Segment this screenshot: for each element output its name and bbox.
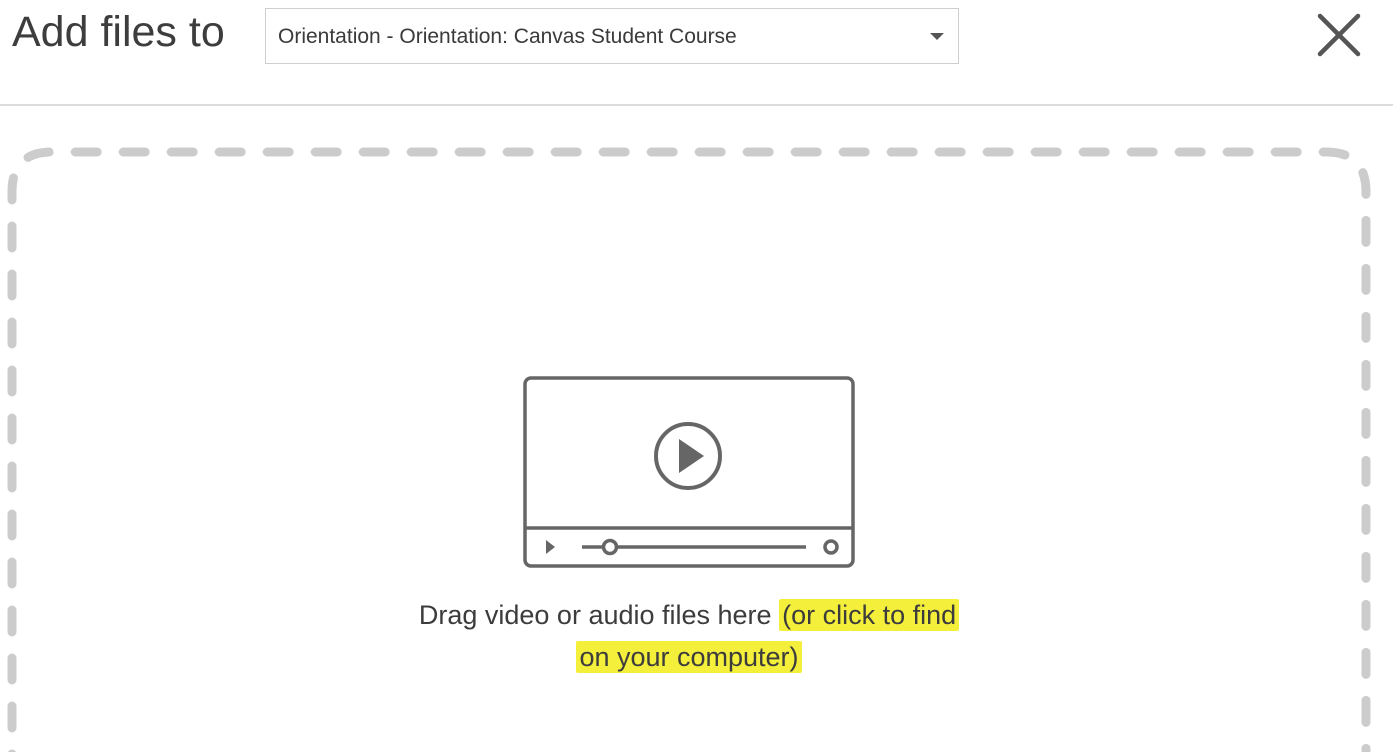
upload-dialog: Add files to Orientation - Orientation: … (0, 0, 1393, 752)
close-icon (1317, 13, 1361, 57)
dialog-header: Add files to Orientation - Orientation: … (0, 0, 1393, 106)
dialog-title: Add files to (12, 8, 225, 56)
video-player-icon (523, 376, 855, 568)
file-dropzone[interactable]: Drag video or audio files here (or click… (0, 106, 1393, 752)
drop-instruction-text: Drag video or audio files here (418, 600, 772, 630)
destination-select-value: Orientation - Orientation: Canvas Studen… (278, 25, 737, 48)
browse-files-link[interactable]: (or click to find (779, 599, 960, 631)
close-button[interactable] (1312, 8, 1366, 62)
dropzone-instructions: Drag video or audio files here (or click… (346, 594, 1032, 678)
destination-select[interactable]: Orientation - Orientation: Canvas Studen… (265, 8, 959, 64)
browse-files-link-continued[interactable]: on your computer) (576, 641, 802, 673)
chevron-down-icon (930, 33, 944, 40)
